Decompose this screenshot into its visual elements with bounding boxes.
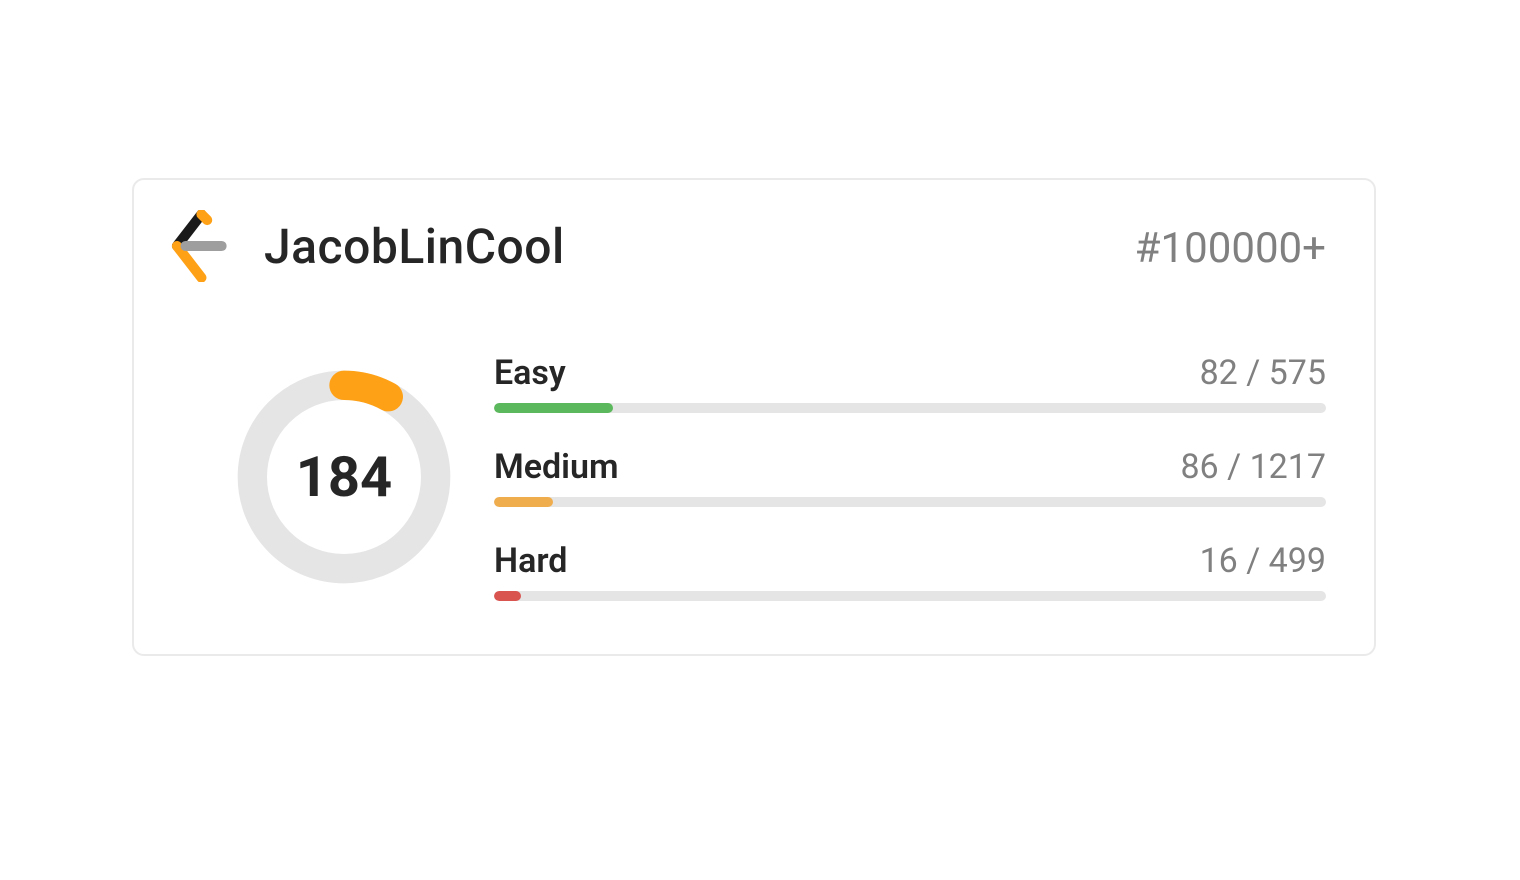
difficulty-row-easy: Easy 82 / 575 bbox=[494, 353, 1326, 413]
difficulty-bars: Easy 82 / 575 Medium 86 / 1217 Hard 16 / 499 bbox=[494, 353, 1326, 601]
difficulty-count: 82 / 575 bbox=[1200, 353, 1326, 393]
difficulty-count: 86 / 1217 bbox=[1180, 447, 1326, 487]
progress-fill bbox=[494, 497, 553, 507]
difficulty-row-hard: Hard 16 / 499 bbox=[494, 541, 1326, 601]
progress-track bbox=[494, 591, 1326, 601]
card-body: 184 Easy 82 / 575 Medium 86 / 1217 Hard 16 / … bbox=[194, 340, 1326, 614]
difficulty-row-medium: Medium 86 / 1217 bbox=[494, 447, 1326, 507]
difficulty-label: Medium bbox=[494, 447, 619, 487]
rank-text: #100000+ bbox=[1135, 224, 1326, 273]
total-solved-count: 184 bbox=[234, 367, 454, 587]
total-solved-ring: 184 bbox=[194, 367, 494, 587]
progress-track bbox=[494, 497, 1326, 507]
difficulty-label: Easy bbox=[494, 353, 566, 393]
leetcode-icon bbox=[164, 210, 236, 282]
stats-card: JacobLinCool #100000+ 184 Easy 82 / 575 Me… bbox=[132, 178, 1376, 656]
progress-fill bbox=[494, 591, 521, 601]
progress-track bbox=[494, 403, 1326, 413]
username: JacobLinCool bbox=[264, 218, 565, 275]
difficulty-label: Hard bbox=[494, 541, 567, 581]
progress-fill bbox=[494, 403, 613, 413]
difficulty-count: 16 / 499 bbox=[1200, 541, 1326, 581]
